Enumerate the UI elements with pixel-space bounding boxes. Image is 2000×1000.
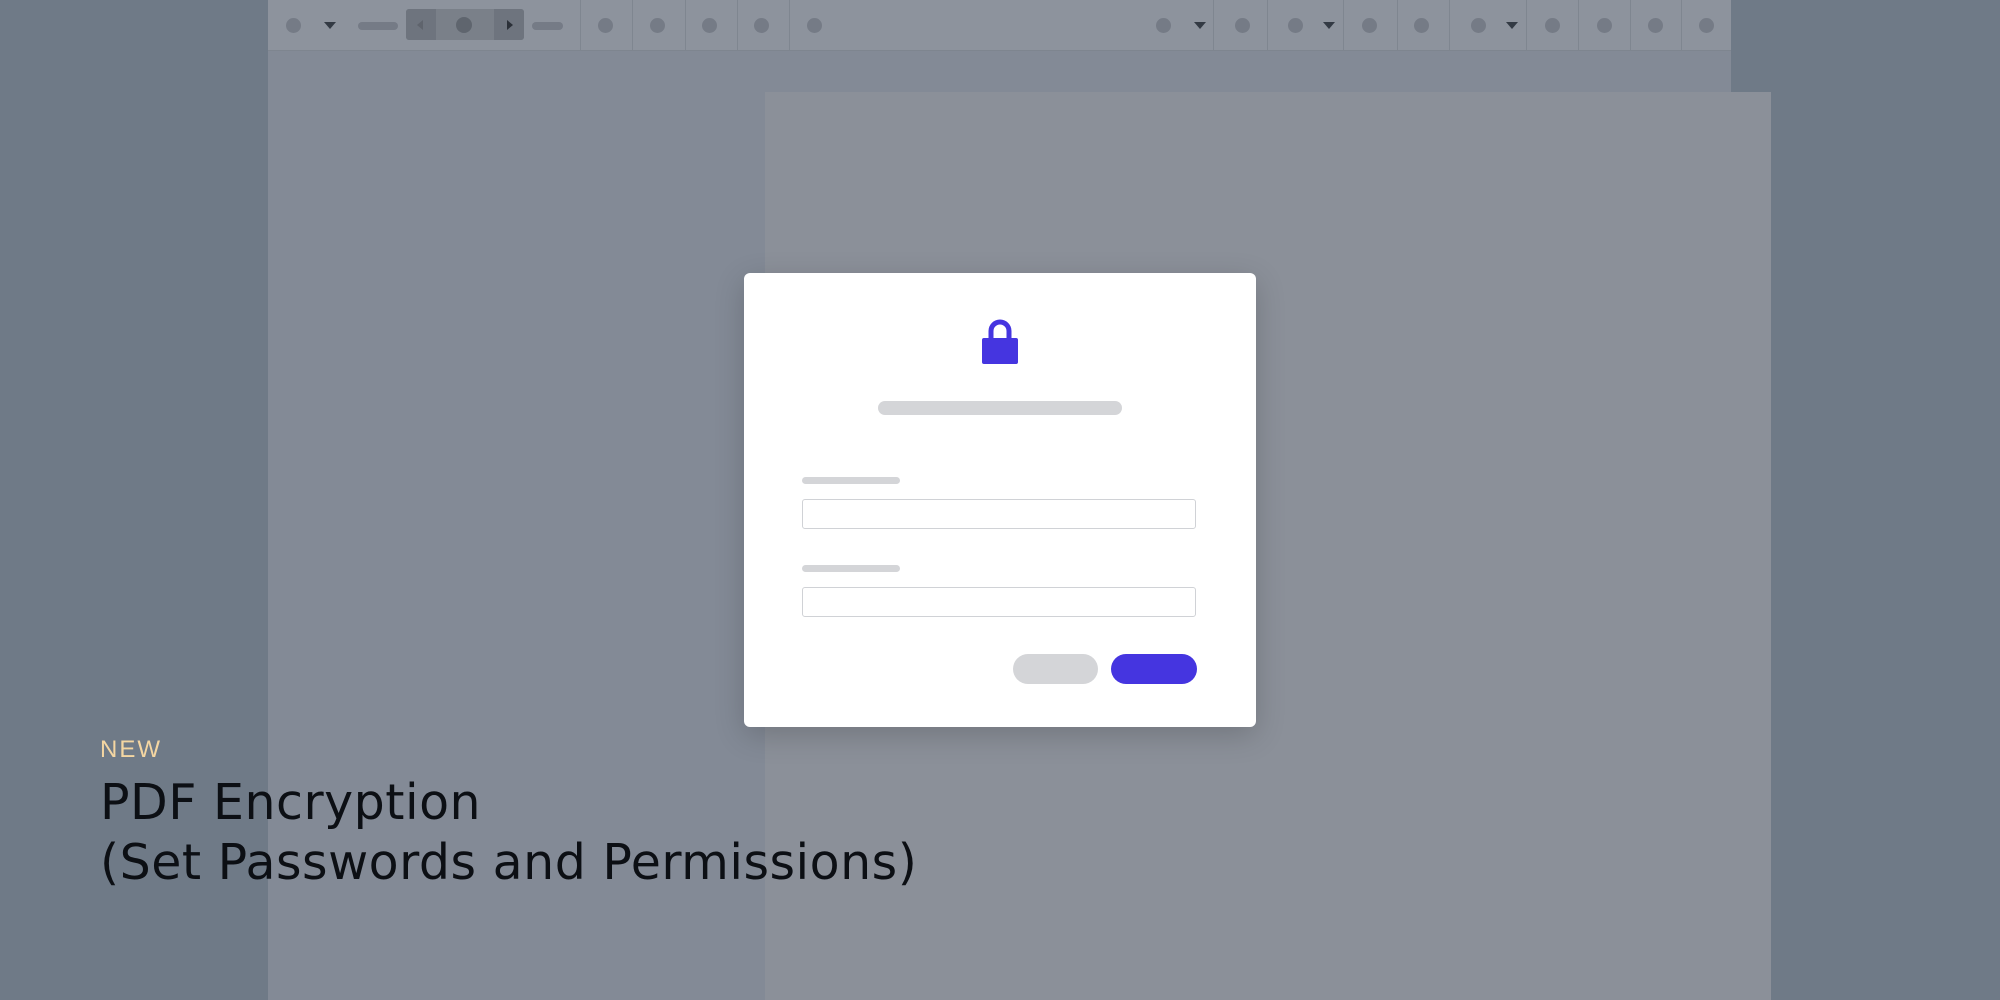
cancel-button[interactable] [1013,654,1098,684]
encryption-dialog [744,273,1256,727]
password-field-label [802,477,900,484]
tool-icon[interactable] [754,18,769,33]
toolbar-divider [1630,0,1631,50]
tool-icon[interactable] [1288,18,1303,33]
password-input[interactable] [802,499,1196,529]
toolbar-divider [1526,0,1527,50]
tool-icon[interactable] [702,18,717,33]
new-badge: NEW [100,736,162,763]
tool-icon[interactable] [1545,18,1560,33]
toolbar-divider [580,0,581,50]
chevron-down-icon[interactable] [1506,22,1518,29]
zoom-out-icon[interactable] [358,22,398,30]
zoom-in-icon[interactable] [532,22,563,30]
chevron-down-icon[interactable] [1323,22,1335,29]
tool-icon[interactable] [1699,18,1714,33]
page-navigator [406,9,524,40]
tool-icon[interactable] [1235,18,1250,33]
toolbar-divider [1267,0,1268,50]
toolbar-divider [1578,0,1579,50]
chevron-left-icon[interactable] [406,9,436,40]
tool-icon[interactable] [286,18,301,33]
dialog-title [878,401,1122,415]
toolbar-divider [1213,0,1214,50]
confirm-password-field-label [802,565,900,572]
toolbar-divider [1681,0,1682,50]
tool-icon[interactable] [1414,18,1429,33]
confirm-button[interactable] [1111,654,1197,684]
toolbar-divider [1449,0,1450,50]
toolbar-divider [1343,0,1344,50]
tool-icon[interactable] [650,18,665,33]
chevron-down-icon[interactable] [324,22,336,29]
page-indicator-icon [456,17,472,33]
tool-icon[interactable] [1597,18,1612,33]
toolbar-divider [737,0,738,50]
tool-icon[interactable] [1362,18,1377,33]
feature-title-line-2: (Set Passwords and Permissions) [100,834,918,891]
tool-icon[interactable] [1156,18,1171,33]
feature-title: PDF Encryption (Set Passwords and Permis… [100,773,917,893]
tool-icon[interactable] [1648,18,1663,33]
tool-icon[interactable] [598,18,613,33]
tool-icon[interactable] [1471,18,1486,33]
chevron-down-icon[interactable] [1194,22,1206,29]
toolbar-divider [632,0,633,50]
feature-caption: NEW PDF Encryption (Set Passwords and Pe… [100,733,917,893]
lock-icon [982,319,1018,364]
feature-title-line-1: PDF Encryption [100,774,482,831]
toolbar-divider [789,0,790,50]
chevron-right-icon[interactable] [494,9,524,40]
tool-icon[interactable] [807,18,822,33]
toolbar-divider [1397,0,1398,50]
confirm-password-input[interactable] [802,587,1196,617]
toolbar-divider [685,0,686,50]
toolbar [268,0,1731,51]
